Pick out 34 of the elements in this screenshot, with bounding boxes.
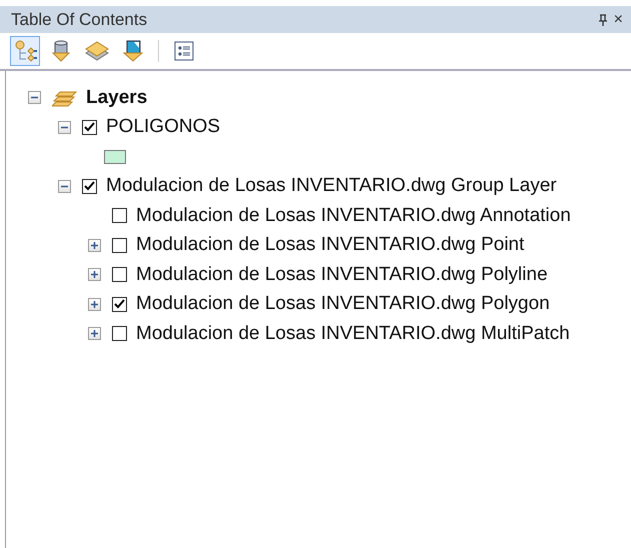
layer-group-label[interactable]: Layers [86,86,148,109]
plus-icon [90,300,99,309]
layer-label[interactable]: Modulacion de Losas INVENTARIO.dwg Polygon [136,293,550,316]
layer-list-icon [13,39,37,63]
collapse-toggle[interactable] [58,180,71,193]
plus-icon [90,270,99,280]
pin-icon[interactable] [598,14,608,26]
layer-label[interactable]: Modulacion de Losas INVENTARIO.dwg Point [136,234,524,256]
expand-toggle[interactable] [88,268,101,282]
layer-checkbox[interactable] [112,238,127,253]
layer-label[interactable]: POLIGONOS [106,116,220,138]
close-button[interactable]: × [614,10,623,28]
layer-checkbox[interactable] [112,296,127,312]
plus-icon [90,240,99,250]
expand-toggle[interactable] [88,327,101,340]
layer-label[interactable]: Modulacion de Losas INVENTARIO.dwg Polyline [136,264,548,286]
database-icon [49,39,73,63]
layer-checkbox[interactable] [112,267,127,282]
layer-checkbox[interactable] [82,120,97,135]
plus-icon [90,329,99,338]
layer-checkbox[interactable] [112,208,127,224]
list-options-icon [173,40,195,62]
layer-label[interactable]: Modulacion de Losas INVENTARIO.dwg Group Layer [106,175,557,198]
layer-label[interactable]: Modulacion de Losas INVENTARIO.dwg Annotation [136,204,571,227]
layer-checkbox[interactable] [112,326,127,342]
layer-checkbox[interactable] [82,178,97,194]
layer-label[interactable]: Modulacion de Losas INVENTARIO.dwg MultiPatch [136,322,570,345]
layers-icon [84,39,110,63]
collapse-toggle[interactable] [28,91,41,104]
map-selection-icon [121,39,145,63]
window-title: Table Of Contents [11,10,148,30]
collapse-toggle[interactable] [58,120,71,134]
expand-toggle[interactable] [88,238,101,252]
expand-toggle[interactable] [88,298,101,311]
